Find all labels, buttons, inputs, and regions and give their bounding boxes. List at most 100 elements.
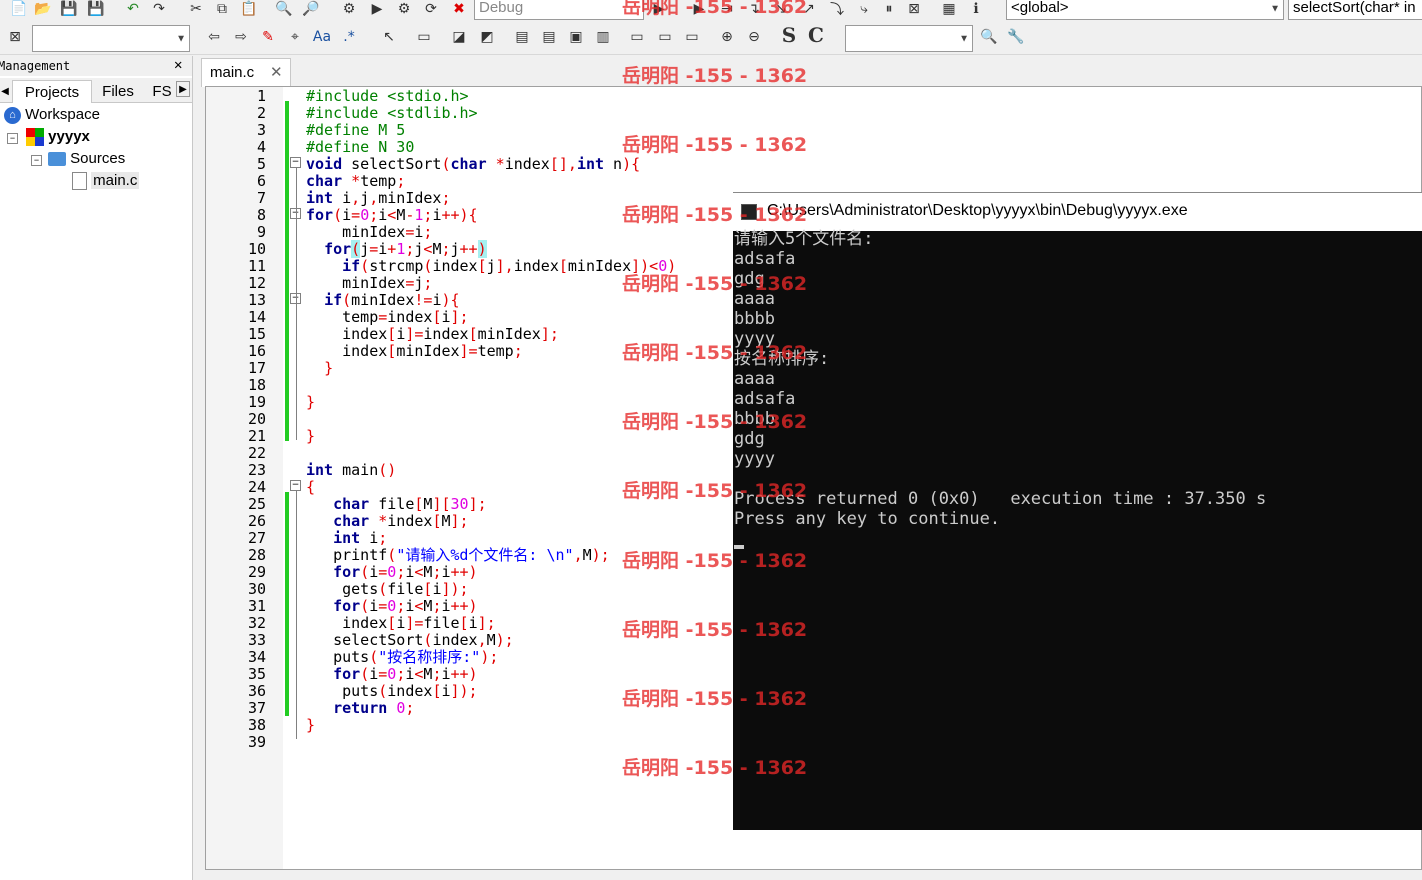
s-icon[interactable]: S: [780, 23, 798, 47]
line-number: 9: [256, 223, 266, 241]
redo-icon[interactable]: ↷: [150, 0, 168, 18]
scroll-left-icon[interactable]: ◀: [0, 80, 10, 102]
next-instruction-icon[interactable]: ⤵: [828, 0, 846, 18]
code-line: }: [324, 359, 334, 377]
settings-wrench-icon[interactable]: 🔧: [1007, 28, 1025, 46]
fold-icon[interactable]: −: [290, 480, 301, 491]
code-line: }: [306, 393, 316, 411]
line-number: 23: [247, 461, 266, 479]
pointer-icon[interactable]: ↖: [380, 28, 398, 46]
zoom-out-icon[interactable]: ⊖: [745, 28, 763, 46]
copy-icon[interactable]: ⧉: [213, 0, 231, 18]
pause-icon[interactable]: ⏸: [880, 0, 898, 18]
tab-projects[interactable]: Projects: [12, 80, 92, 103]
build-run-icon[interactable]: ⚙: [395, 0, 413, 18]
close-search-icon[interactable]: ⊠: [6, 28, 24, 46]
rebuild-icon[interactable]: ⟳: [422, 0, 440, 18]
build-icon[interactable]: ⚙: [340, 0, 358, 18]
code-line: index[minIdex]=temp;: [306, 342, 523, 360]
collapse-icon[interactable]: −: [31, 155, 42, 166]
scope-value: <global>: [1011, 0, 1069, 16]
abort-icon[interactable]: ✖: [450, 0, 468, 18]
selected-text-icon[interactable]: ⌖: [286, 28, 304, 46]
continue-icon[interactable]: ▭: [656, 28, 674, 46]
undo-icon[interactable]: ↶: [124, 0, 142, 18]
code-line: char *temp;: [306, 172, 406, 190]
watermark-text: 岳明阳 -155 - 1362: [622, 272, 808, 295]
line-number: 35: [247, 665, 266, 683]
highlight-icon[interactable]: ✎: [259, 28, 277, 46]
close-icon[interactable]: ✕: [174, 57, 182, 73]
while-icon[interactable]: ▤: [513, 28, 531, 46]
management-title: Management: [0, 59, 71, 73]
console-title: C:\Users\Administrator\Desktop\yyyyx\bin…: [767, 202, 1188, 219]
repeat-icon[interactable]: ▣: [567, 28, 585, 46]
project-tree: ⌂ Workspace − yyyyx − Sources main.c: [0, 104, 192, 204]
tree-workspace[interactable]: ⌂ Workspace: [4, 106, 100, 124]
save-icon[interactable]: 💾: [60, 0, 78, 18]
find-next-icon[interactable]: 🔍: [980, 28, 998, 46]
tab-fs[interactable]: FS: [148, 80, 176, 102]
scope-select[interactable]: <global> ▼: [1006, 0, 1284, 20]
break-icon[interactable]: ▭: [628, 28, 646, 46]
match-case-icon[interactable]: Aa: [313, 28, 331, 46]
workspace-icon: ⌂: [4, 106, 21, 124]
tree-project[interactable]: yyyyx: [26, 128, 90, 147]
line-number: 3: [256, 121, 266, 139]
code-line: for(i=0;i<M;i++): [333, 597, 478, 615]
run-icon[interactable]: ▶: [368, 0, 386, 18]
tab-label: main.c: [210, 64, 255, 81]
console-titlebar[interactable]: C:\Users\Administrator\Desktop\yyyyx\bin…: [733, 192, 1422, 231]
code-line: puts("按名称排序:");: [306, 648, 499, 666]
find-combo[interactable]: ▼: [845, 25, 973, 52]
forward-arrow-icon[interactable]: ⇨: [232, 28, 250, 46]
return-icon[interactable]: ▭: [683, 28, 701, 46]
project-label: yyyyx: [48, 128, 90, 145]
line-number: 1: [256, 87, 266, 105]
for-icon[interactable]: ▤: [540, 28, 558, 46]
close-tab-icon[interactable]: ✕: [270, 63, 283, 81]
code-line: gets(file[i]);: [306, 580, 469, 598]
line-number: 2: [256, 104, 266, 122]
step-instruction-icon[interactable]: ⤷: [855, 0, 873, 18]
line-number: 17: [247, 359, 266, 377]
regex-icon[interactable]: .*: [340, 28, 358, 46]
zoom-in-icon[interactable]: ⊕: [718, 28, 736, 46]
tree-sources[interactable]: Sources: [48, 150, 125, 167]
stop-debug-icon[interactable]: ⊠: [905, 0, 923, 18]
search-combo[interactable]: ▼: [32, 25, 190, 52]
cut-icon[interactable]: ✂: [187, 0, 205, 18]
find-icon[interactable]: 🔍: [275, 0, 293, 18]
back-arrow-icon[interactable]: ⇦: [205, 28, 223, 46]
line-number: 22: [247, 444, 266, 462]
jump-icon[interactable]: ◩: [478, 28, 496, 46]
switch-icon[interactable]: ▥: [594, 28, 612, 46]
code-line: selectSort(index,M);: [306, 631, 514, 649]
code-line: int i,j,minIdex;: [306, 189, 451, 207]
scroll-right-icon[interactable]: ▶: [176, 81, 190, 97]
new-file-icon[interactable]: 📄: [10, 0, 28, 18]
code-line: if(minIdex!=i){: [324, 291, 460, 309]
watermark-text: 岳明阳 -155 - 1362: [622, 757, 808, 780]
fold-icon[interactable]: −: [290, 157, 301, 168]
line-number: 4: [256, 138, 266, 156]
open-icon[interactable]: 📂: [34, 0, 52, 18]
code-line: temp=index[i];: [306, 308, 469, 326]
replace-icon[interactable]: 🔎: [302, 0, 320, 18]
tab-main-c[interactable]: main.c ✕: [201, 58, 291, 87]
collapse-icon[interactable]: −: [7, 133, 18, 144]
watermark-text: 岳明阳 -155 - 1362: [622, 342, 808, 364]
code-line: for(i=0;i<M-1;i++){: [306, 206, 478, 224]
debug-windows-icon[interactable]: ▦: [940, 0, 958, 18]
c-icon[interactable]: C: [807, 23, 825, 47]
block-icon[interactable]: ▭: [415, 28, 433, 46]
function-select[interactable]: selectSort(char* in: [1288, 0, 1422, 20]
code-line: for(i=0;i<M;i++): [333, 665, 478, 683]
save-all-icon[interactable]: 💾: [87, 0, 105, 18]
info-icon[interactable]: ℹ: [967, 0, 985, 18]
tab-files[interactable]: Files: [92, 80, 144, 102]
decision-icon[interactable]: ◪: [450, 28, 468, 46]
tree-file-main[interactable]: main.c: [72, 172, 140, 191]
build-target-select[interactable]: Debug: [474, 0, 644, 20]
paste-icon[interactable]: 📋: [240, 0, 258, 18]
